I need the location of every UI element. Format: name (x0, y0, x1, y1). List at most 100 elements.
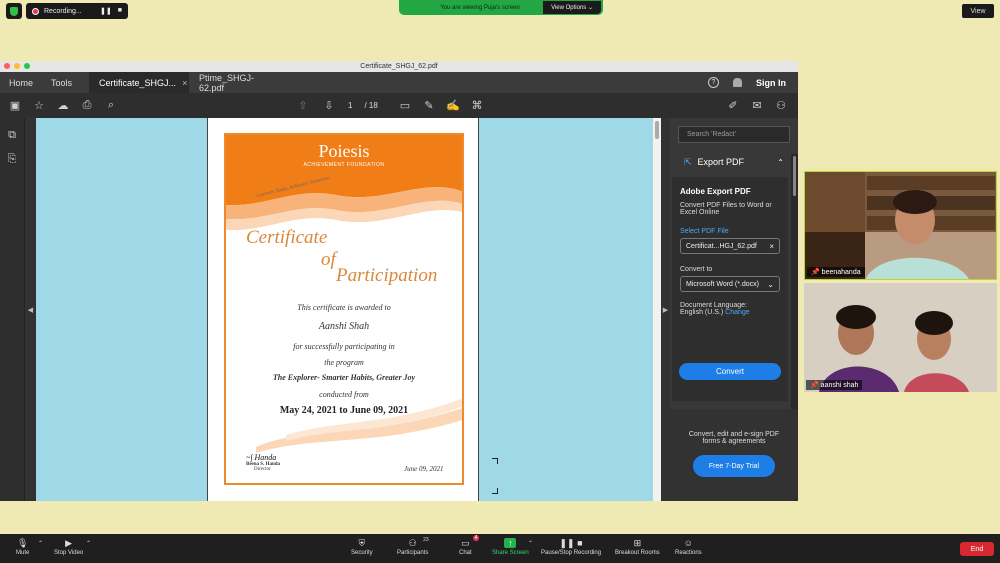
convert-to-label: Convert to (680, 266, 713, 273)
collapse-left-icon[interactable]: ◀ (25, 118, 36, 501)
help-icon[interactable]: ? (708, 77, 719, 88)
fill-sign-icon[interactable]: ⌘ (470, 99, 484, 113)
select-file-label: Select PDF File (680, 228, 729, 235)
search-icon[interactable]: ⌕ (104, 99, 118, 113)
workspace: ⧉ ⎘ ◀ Poiesis ACHIEVEMENT FOUNDATION Lea… (0, 118, 798, 501)
stop-icon[interactable]: ■ (118, 7, 122, 15)
collapse-right-icon[interactable]: ▶ (661, 118, 670, 501)
mute-button[interactable]: 🎙 Mute (16, 538, 29, 557)
print-icon[interactable]: ⎙ (80, 99, 94, 113)
export-card: Adobe Export PDF Convert PDF Files to Wo… (672, 177, 788, 401)
certificate-title-2: of (321, 249, 336, 270)
free-trial-button[interactable]: Free 7-Day Trial (693, 455, 775, 477)
clear-file-icon[interactable]: × (769, 242, 774, 251)
tools-panel: Search 'Redact' ⇱ Export PDF ⌃ Adobe Exp… (670, 118, 798, 501)
meeting-controls: 🎙 Mute ⌃ ▶ Stop Video ⌃ ⛨ Security ⚇ 23 P… (0, 534, 1000, 563)
certificate-title-1: Certificate (246, 227, 328, 248)
shield-icon: ⛨ (358, 537, 366, 548)
share-user-icon[interactable]: ⚇ (774, 99, 788, 113)
attachment-icon[interactable]: ⎘ (5, 152, 19, 166)
reactions-button[interactable]: ☺ Reactions (675, 538, 702, 556)
convert-to-value: Microsoft Word (*.docx) (686, 280, 759, 288)
notification-bell-icon[interactable] (733, 78, 742, 87)
tab-ptime[interactable]: Ptime_SHGJ-62.pdf (189, 72, 289, 93)
page-current[interactable]: 1 (348, 101, 352, 110)
redact-search-input[interactable]: Search 'Redact' (678, 126, 790, 143)
edit-icon[interactable]: ✐ (726, 99, 740, 113)
crop-corner-bottom (492, 488, 498, 494)
convert-to-select[interactable]: Microsoft Word (*.docx) ⌄ (680, 276, 780, 292)
sign-in-link[interactable]: Sign In (756, 78, 786, 88)
program-name: The Explorer- Smarter Habits, Greater Jo… (272, 373, 416, 382)
breakout-rooms-button[interactable]: ⊞ Breakout Rooms (615, 537, 660, 557)
view-button[interactable]: View (962, 4, 994, 18)
title-bar: Certificate_SHGJ_62.pdf (0, 61, 798, 72)
export-pdf-header[interactable]: ⇱ Export PDF ⌃ (670, 155, 798, 169)
program-dates: May 24, 2021 to June 09, 2021 (279, 405, 409, 416)
video-camera-icon: ▶ (65, 537, 73, 548)
toolbar: ▣ ☆ ☁ ⎙ ⌕ ⇧ ⇩ 1 / 18 ▭ ✎ ✍ ⌘ ✐ ✉ ⚇ (0, 93, 798, 118)
page-down-icon[interactable]: ⇩ (322, 99, 336, 113)
selected-file-field[interactable]: Certificat...HGJ_62.pdf × (680, 238, 780, 254)
video-tile-beenahanda[interactable]: 📌 beenahanda (804, 171, 997, 280)
highlight-pen-icon[interactable]: ✎ (422, 99, 436, 113)
end-meeting-button[interactable]: End (960, 542, 994, 556)
page-up-icon[interactable]: ⇧ (296, 99, 310, 113)
tab-bar: Home Tools Certificate_SHGJ... × Ptime_S… (0, 72, 798, 93)
document-view: Poiesis ACHIEVEMENT FOUNDATION Learners … (36, 118, 653, 501)
recording-indicator: Recording... ❚❚ ■ (6, 3, 128, 19)
pause-icon[interactable]: ❚❚ (100, 7, 112, 15)
participant-label: 📌 aanshi shah (806, 380, 863, 390)
change-language-link[interactable]: Change (725, 309, 750, 316)
card-heading: Adobe Export PDF (680, 187, 751, 196)
close-window-icon[interactable] (4, 63, 10, 69)
page-total: / 18 (364, 101, 378, 110)
save-icon[interactable]: ▣ (8, 99, 22, 113)
nav-home[interactable]: Home (0, 78, 42, 88)
signature-scribble: ~∫ Handa (246, 453, 277, 462)
video-tile-aanshi-shah[interactable]: 📌 aanshi shah (804, 283, 997, 392)
stop-video-button[interactable]: ▶ Stop Video (54, 537, 83, 557)
control-label: Chat (459, 550, 472, 556)
org-logo: Poiesis ACHIEVEMENT FOUNDATION (226, 141, 462, 168)
security-button[interactable]: ⛨ Security (351, 537, 373, 557)
comment-icon[interactable]: ▭ (398, 99, 412, 113)
chat-icon: ▭ 4 (461, 535, 480, 548)
minimize-window-icon[interactable] (14, 63, 20, 69)
convert-button[interactable]: Convert (679, 363, 781, 380)
tab-certificate[interactable]: Certificate_SHGJ... × (89, 72, 190, 93)
recording-dot-icon (32, 7, 39, 15)
viewing-text: You are viewing Puja's screen (440, 4, 520, 11)
control-label: Security (351, 550, 373, 556)
pages-thumbnail-icon[interactable]: ⧉ (5, 128, 19, 142)
email-icon[interactable]: ✉ (750, 99, 764, 113)
control-label: Breakout Rooms (615, 550, 660, 556)
chat-badge: 4 (472, 535, 480, 541)
recording-box[interactable]: Recording... ❚❚ ■ (26, 3, 128, 19)
conducted-line: conducted from (319, 390, 369, 399)
reactions-icon: ☺ (683, 538, 693, 548)
control-label: Share Screen (492, 550, 529, 556)
document-scrollbar[interactable] (653, 118, 661, 501)
close-tab-icon[interactable]: × (182, 78, 187, 88)
awarded-line: This certificate is awarded to (297, 303, 391, 312)
convert-button-label: Convert (715, 367, 744, 376)
chevron-up-icon[interactable]: ⌃ (777, 158, 784, 167)
upload-cloud-icon[interactable]: ☁ (56, 99, 70, 113)
pause-stop-recording-button[interactable]: ❚❚ ■ Pause/Stop Recording (541, 538, 601, 557)
share-chevron-icon[interactable]: ⌃ (528, 540, 533, 547)
sign-icon[interactable]: ✍ (446, 99, 460, 113)
panel-scrollbar[interactable] (791, 154, 798, 410)
bookmark-star-icon[interactable]: ☆ (32, 99, 46, 113)
share-screen-button[interactable]: ↑ Share Screen (492, 538, 529, 556)
breakout-rooms-icon: ⊞ (633, 537, 642, 548)
video-chevron-icon[interactable]: ⌃ (86, 540, 91, 547)
participants-button[interactable]: ⚇ 23 Participants (397, 537, 429, 556)
nav-tools[interactable]: Tools (42, 78, 81, 88)
chat-button[interactable]: ▭ 4 Chat (459, 535, 480, 556)
maximize-window-icon[interactable] (24, 63, 30, 69)
signatory-title: Director (254, 467, 271, 472)
viewing-banner: You are viewing Puja's screen View Optio… (399, 0, 603, 15)
audio-chevron-icon[interactable]: ⌃ (38, 540, 43, 547)
view-options-button[interactable]: View Options ⌄ (543, 1, 601, 14)
